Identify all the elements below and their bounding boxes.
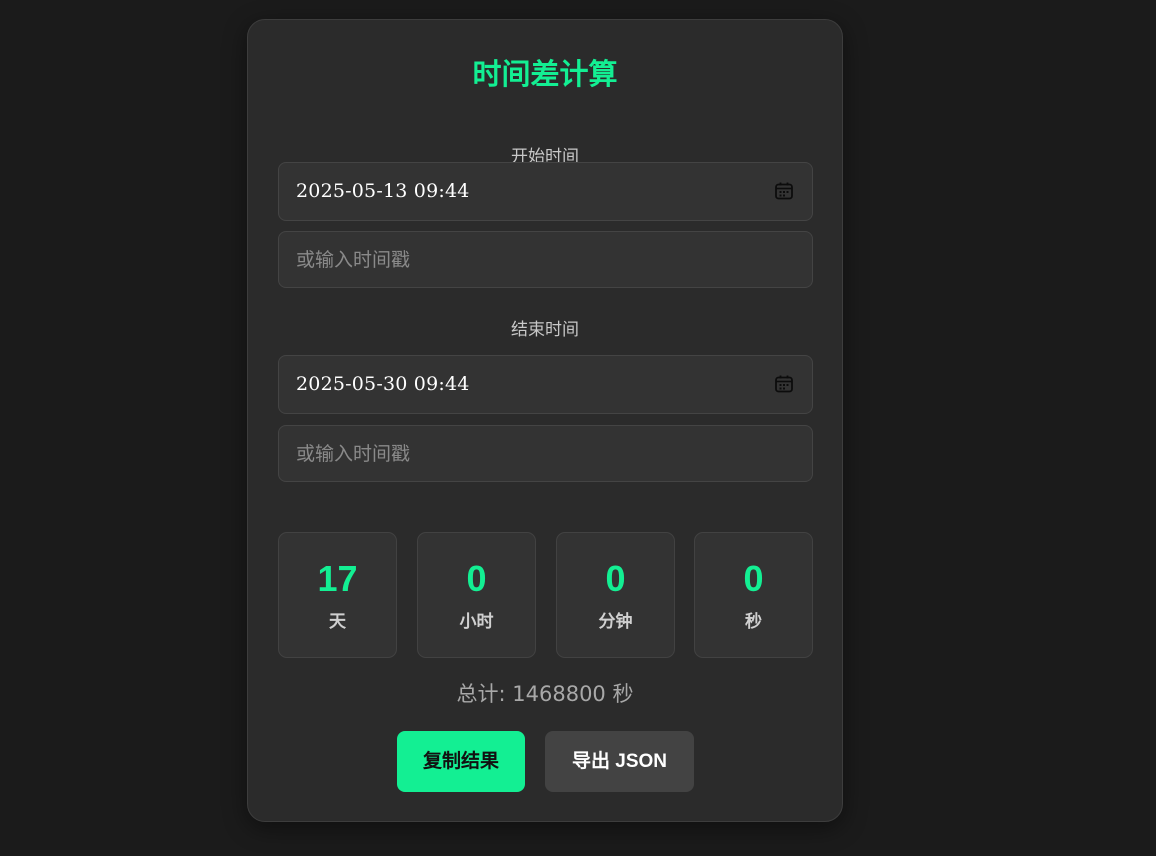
calendar-icon[interactable] <box>774 374 794 394</box>
minutes-unit: 分钟 <box>598 612 633 632</box>
minutes-value: 0 <box>605 558 626 599</box>
end-timestamp-input[interactable] <box>279 426 812 481</box>
hours-result-box: 0 小时 <box>417 532 536 658</box>
start-datetime-input[interactable]: 2025-05-13 09:44 <box>278 162 813 221</box>
seconds-unit: 秒 <box>745 612 762 632</box>
minutes-result-box: 0 分钟 <box>556 532 675 658</box>
copy-result-button[interactable]: 复制结果 <box>397 731 525 792</box>
start-datetime-value: 2025-05-13 09:44 <box>296 180 470 202</box>
start-timestamp-input[interactable] <box>279 232 812 287</box>
seconds-value: 0 <box>743 558 764 599</box>
end-time-label: 结束时间 <box>511 320 579 340</box>
calendar-icon[interactable] <box>774 181 794 201</box>
end-datetime-value: 2025-05-30 09:44 <box>296 373 470 395</box>
end-timestamp-field[interactable] <box>278 425 813 482</box>
total-seconds: 总计: 1468800 秒 <box>456 682 634 706</box>
end-datetime-input[interactable]: 2025-05-30 09:44 <box>278 355 813 414</box>
seconds-result-box: 0 秒 <box>694 532 813 658</box>
hours-unit: 小时 <box>459 612 494 632</box>
export-json-button[interactable]: 导出 JSON <box>545 731 694 792</box>
days-unit: 天 <box>329 612 346 632</box>
time-diff-card: 时间差计算 开始时间 2025-05-13 09:44 结束时间 2025-05… <box>247 19 843 822</box>
days-result-box: 17 天 <box>278 532 397 658</box>
hours-value: 0 <box>466 558 487 599</box>
start-timestamp-field[interactable] <box>278 231 813 288</box>
page-title: 时间差计算 <box>472 57 618 91</box>
days-value: 17 <box>317 558 358 599</box>
